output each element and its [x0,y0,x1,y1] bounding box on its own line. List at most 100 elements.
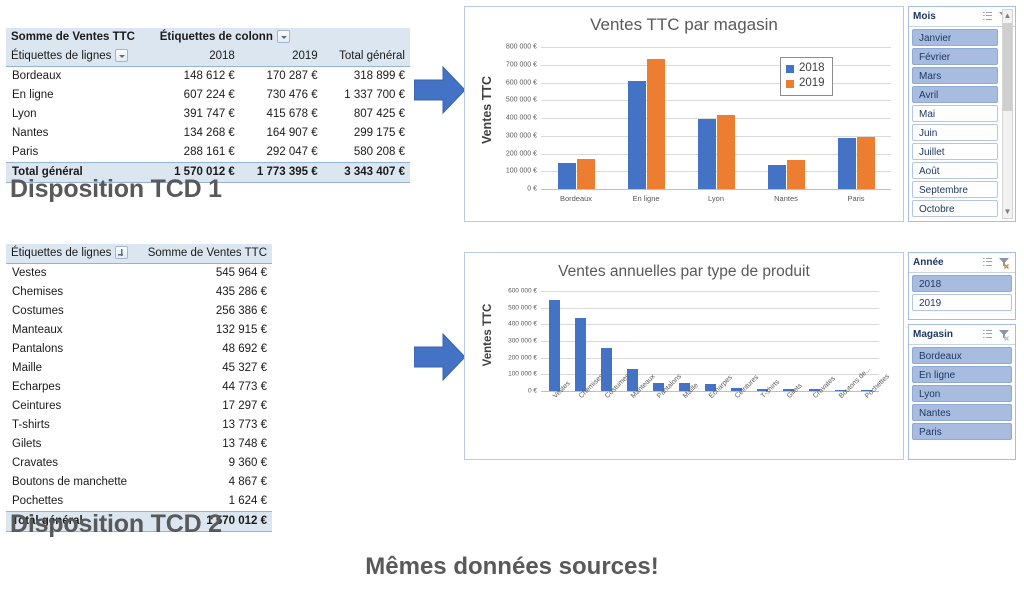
multi-select-icon[interactable] [981,10,995,24]
pivot2-value-field-header: Somme de Ventes TTC [147,247,267,259]
bar-2019-Lyon[interactable] [716,115,735,189]
pivot1-row-label: Lyon [12,108,37,120]
table-row[interactable]: Nantes 134 268 € 164 907 € 299 175 € [6,124,410,143]
table-row[interactable]: Pochettes 1 624 € [6,492,272,512]
legend-item-2018[interactable]: 2018 [786,61,825,76]
table-row[interactable]: Maille 45 327 € [6,359,272,378]
pivot2-row-label: Cravates [12,457,59,469]
table-row[interactable]: Costumes 256 386 € [6,302,272,321]
bar-2018-Lyon[interactable] [697,119,716,189]
slicer-item-en-ligne[interactable]: En ligne [912,366,1012,383]
y-axis-tick-label: 700 000 € [505,61,537,69]
slicer-mois-scrollbar[interactable]: ▲ ▼ [1002,9,1013,219]
pivot2-row-label: Manteaux [12,324,63,336]
slicer-item-avril[interactable]: Avril [912,86,998,103]
table-row[interactable]: Vestes 545 964 € [6,264,272,284]
bar-2018-Nantes[interactable] [767,165,786,189]
pivot1-cell: 148 612 € [183,70,235,82]
slicer-item-juin[interactable]: Juin [912,124,998,141]
row-labels-filter-dropdown-icon[interactable] [115,49,129,63]
pivot1-row-label: En ligne [12,89,54,101]
slicer-item-septembre[interactable]: Septembre [912,181,998,198]
table-row[interactable]: Paris 288 161 € 292 047 € 580 208 € [6,143,410,163]
x-axis-tick-label: Lyon [708,194,724,203]
pivot-table-2[interactable]: Étiquettes de lignes Somme de Ventes TTC… [6,244,272,532]
slicer-item-mai[interactable]: Mai [912,105,998,122]
slicer-item-paris[interactable]: Paris [912,423,1012,440]
slicer-item-2019[interactable]: 2019 [912,294,1012,311]
slicer-magasin[interactable]: Magasin Bordeaux En ligne Lyon Nantes Paris [908,324,1016,460]
table-row[interactable]: En ligne 607 224 € 730 476 € 1 337 700 € [6,86,410,105]
column-labels-filter-dropdown-icon[interactable] [276,30,290,44]
legend-swatch-icon-2019 [786,79,794,88]
slicer-mois[interactable]: Mois Janvier Février Mars Avril Mai Juin Juill… [908,6,1016,222]
slicer-item-lyon[interactable]: Lyon [912,385,1012,402]
slicer-item-janvier[interactable]: Janvier [912,29,998,46]
y-axis-tick-label: 400 000 € [508,320,537,328]
chart-panel-ventes-annuelles-produit[interactable]: Ventes annuelles par type de produit Ven… [464,252,904,460]
table-row[interactable]: Chemises 435 286 € [6,283,272,302]
slicer-item-octobre[interactable]: Octobre [912,200,998,217]
table-row[interactable]: Lyon 391 747 € 415 678 € 807 425 € [6,105,410,124]
caption-tcd-1: Disposition TCD 1 [10,175,222,203]
slicer-annee-title: Année [913,257,944,268]
slicer-annee-items[interactable]: 2018 2019 [909,273,1015,315]
bar-2018-Paris[interactable] [837,137,856,189]
scroll-down-icon[interactable]: ▼ [1003,206,1012,218]
table-row[interactable]: Manteaux 132 915 € [6,321,272,340]
multi-select-icon[interactable] [981,328,995,342]
table-row[interactable]: T-shirts 13 773 € [6,416,272,435]
gridline [541,324,879,326]
table-row[interactable]: Boutons de manchette 4 867 € [6,473,272,492]
bar-2018-En ligne[interactable] [627,81,646,189]
slicer-item-2018[interactable]: 2018 [912,275,1012,292]
slicer-item-mars[interactable]: Mars [912,67,998,84]
legend-item-2019[interactable]: 2019 [786,76,825,91]
slicer-item-juillet[interactable]: Juillet [912,143,998,160]
table-row[interactable]: Echarpes 44 773 € [6,378,272,397]
slicer-item-août[interactable]: Août [912,162,998,179]
slicer-mois-items[interactable]: Janvier Février Mars Avril Mai Juin Juillet Aoû… [909,27,1015,221]
pivot2-cell: 45 327 € [222,362,267,374]
y-axis-tick-label: 0 € [527,185,537,193]
bar-2019-Bordeaux[interactable] [576,158,595,189]
y-axis-tick-label: 400 000 € [505,114,537,122]
pivot2-cell: 132 915 € [215,324,267,336]
pivot1-cell: 607 224 € [183,89,235,101]
slicer-magasin-items[interactable]: Bordeaux En ligne Lyon Nantes Paris [909,345,1015,444]
table-row[interactable]: Ceintures 17 297 € [6,397,272,416]
y-axis-tick-label: 200 000 € [508,354,537,362]
bar-Ventes TTC-Vestes[interactable] [548,300,560,391]
pivot2-row-label: Gilets [12,438,42,450]
table-row[interactable]: Cravates 9 360 € [6,454,272,473]
bar-2018-Bordeaux[interactable] [557,162,576,189]
multi-select-icon[interactable] [981,256,995,270]
scrollbar-thumb[interactable] [1003,23,1012,111]
bar-2019-Nantes[interactable] [786,159,805,189]
slicer-item-février[interactable]: Février [912,48,998,65]
clear-filter-icon[interactable] [997,328,1011,342]
chart-panel-ventes-par-magasin[interactable]: Ventes TTC par magasin Ventes TTC 0 € 100… [464,6,904,222]
bar-2019-Paris[interactable] [856,137,875,189]
table-row[interactable]: Pantalons 48 692 € [6,340,272,359]
gridline [541,100,891,102]
y-axis-tick-label: 800 000 € [505,43,537,51]
scroll-up-icon[interactable]: ▲ [1003,10,1012,22]
pivot-table-1[interactable]: Somme de Ventes TTC Étiquettes de colonn… [6,28,410,183]
bar-Ventes TTC-Costumes[interactable] [600,348,612,391]
pivot2-cell: 13 773 € [222,419,267,431]
pivot1-column-labels-cell: Étiquettes de colonn [154,28,410,47]
chart2-title: Ventes annuelles par type de produit [558,263,810,280]
table-row[interactable]: Gilets 13 748 € [6,435,272,454]
clear-filter-icon[interactable] [997,256,1011,270]
bar-Ventes TTC-Chemises[interactable] [574,318,586,391]
gridline [541,64,891,66]
chart1-legend[interactable]: 2018 2019 [780,57,833,96]
row-labels-sort-filter-icon[interactable] [115,246,129,260]
slicer-item-bordeaux[interactable]: Bordeaux [912,347,1012,364]
slicer-annee[interactable]: Année 2018 2019 [908,252,1016,320]
bar-2019-En ligne[interactable] [646,59,665,189]
table-row[interactable]: Bordeaux 148 612 € 170 287 € 318 899 € [6,67,410,87]
x-axis-line [541,189,891,190]
slicer-item-nantes[interactable]: Nantes [912,404,1012,421]
